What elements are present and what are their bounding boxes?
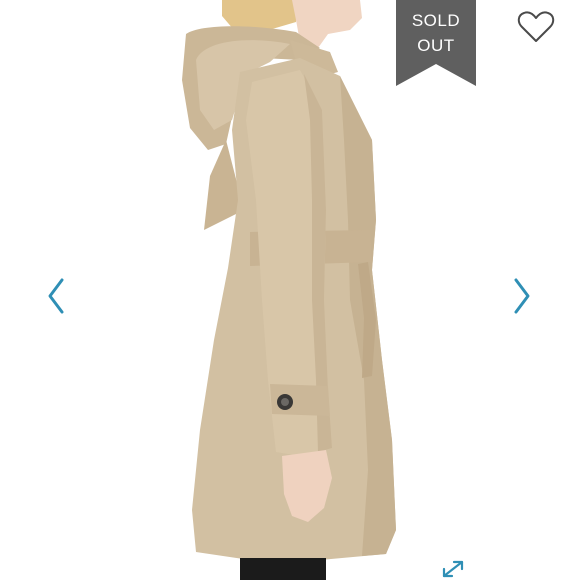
chevron-right-icon[interactable] [510, 276, 534, 316]
badge-line-2: OUT [417, 36, 455, 55]
chevron-left-icon[interactable] [44, 276, 68, 316]
product-photo [182, 0, 396, 580]
badge-line-1: SOLD [411, 11, 461, 30]
heart-icon[interactable] [516, 10, 556, 44]
product-image-viewer: SOLD OUT [0, 0, 580, 580]
expand-icon[interactable] [440, 558, 466, 580]
sold-out-badge: SOLD OUT [396, 0, 476, 86]
